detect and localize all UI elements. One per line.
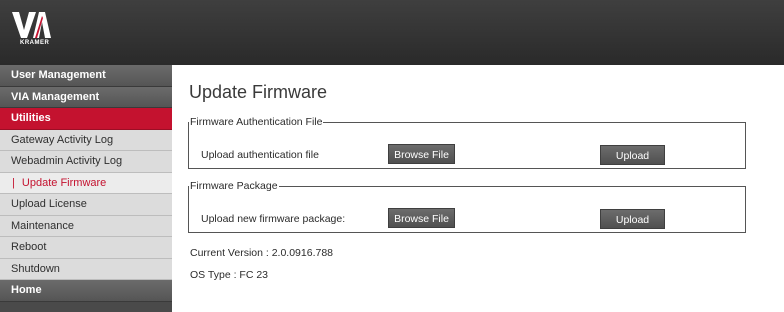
firmware-auth-legend: Firmware Authentication File — [190, 116, 323, 128]
main-content: Update Firmware Firmware Authentication … — [172, 65, 784, 312]
package-file-label: Upload new firmware package: — [201, 213, 346, 225]
sidebar-item-update-firmware[interactable]: | Update Firmware — [0, 172, 172, 194]
via-kramer-logo[interactable]: KRAMER — [12, 10, 60, 52]
firmware-package-legend: Firmware Package — [190, 180, 278, 192]
sidebar-item-reboot[interactable]: Reboot — [0, 237, 172, 259]
package-upload-button[interactable]: Upload — [600, 209, 665, 229]
kramer-logo-text: KRAMER — [20, 40, 50, 46]
firmware-package-fieldset: Firmware Package Upload new firmware pac… — [188, 180, 746, 233]
sidebar-item-shutdown[interactable]: Shutdown — [0, 258, 172, 280]
current-item-marker: | — [12, 176, 15, 189]
auth-browse-file-button[interactable]: Browse File — [388, 144, 455, 164]
os-type-text: OS Type : FC 23 — [190, 269, 269, 281]
sidebar-item-utilities[interactable]: Utilities — [0, 108, 172, 130]
sidebar-item-upload-license[interactable]: Upload License — [0, 194, 172, 216]
via-logo-icon — [12, 12, 51, 38]
top-header-bar: KRAMER — [0, 0, 784, 65]
sidebar-item-via-management[interactable]: VIA Management — [0, 86, 172, 108]
sidebar-item-webadmin-activity-log[interactable]: Webadmin Activity Log — [0, 151, 172, 173]
sidebar-item-label: Update Firmware — [21, 176, 107, 189]
page-title: Update Firmware — [189, 82, 328, 102]
sidebar-item-gateway-activity-log[interactable]: Gateway Activity Log — [0, 129, 172, 151]
sidebar-nav: User Management VIA Management Utilities… — [0, 65, 172, 312]
firmware-auth-fieldset: Firmware Authentication File Upload auth… — [188, 116, 746, 169]
sidebar-item-maintenance[interactable]: Maintenance — [0, 215, 172, 237]
sidebar-item-home[interactable]: Home — [0, 280, 172, 302]
sidebar-item-user-management[interactable]: User Management — [0, 65, 172, 87]
auth-upload-button[interactable]: Upload — [600, 145, 665, 165]
current-version-text: Current Version : 2.0.0916.788 — [190, 247, 334, 259]
package-browse-file-button[interactable]: Browse File — [388, 208, 455, 228]
auth-file-label: Upload authentication file — [201, 149, 319, 161]
